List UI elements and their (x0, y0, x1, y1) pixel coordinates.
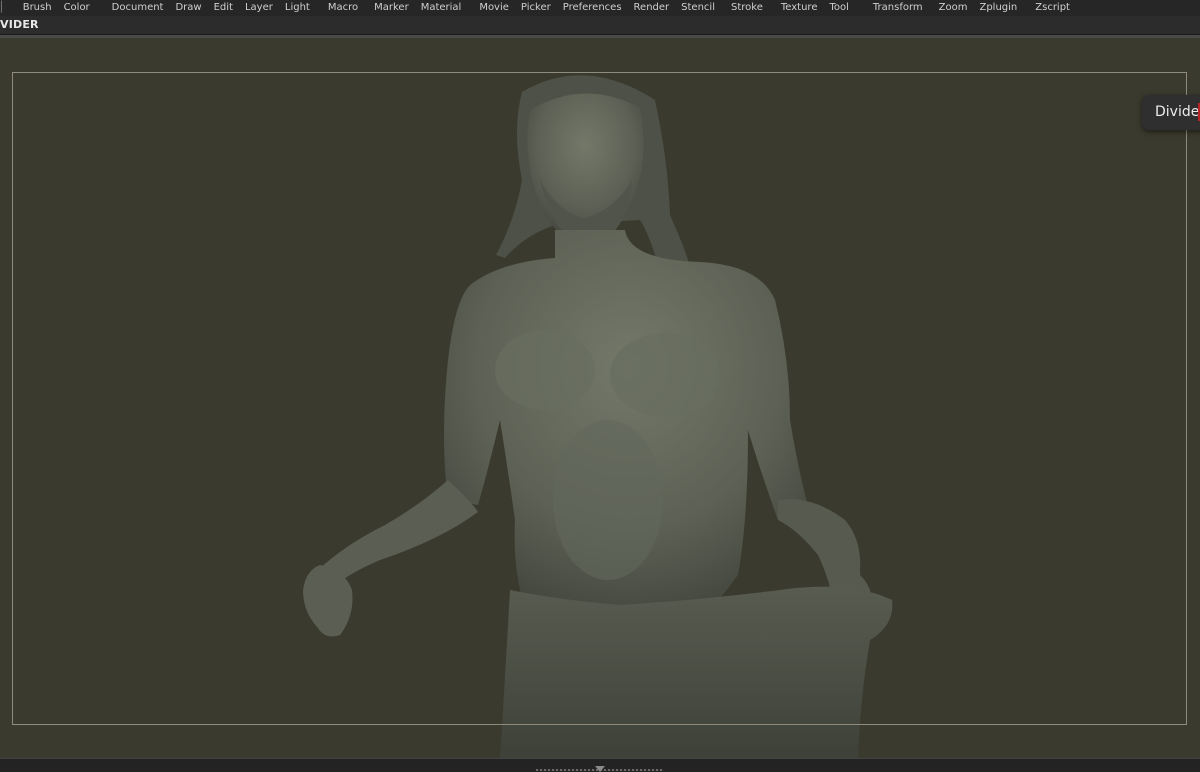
bottom-shelf (0, 758, 1200, 772)
document-frame (12, 72, 1187, 725)
shelf-arrow-icon[interactable] (595, 766, 605, 772)
tooltip-text: Divide (1155, 104, 1200, 120)
tooltip-popup: Divide (1142, 95, 1200, 130)
